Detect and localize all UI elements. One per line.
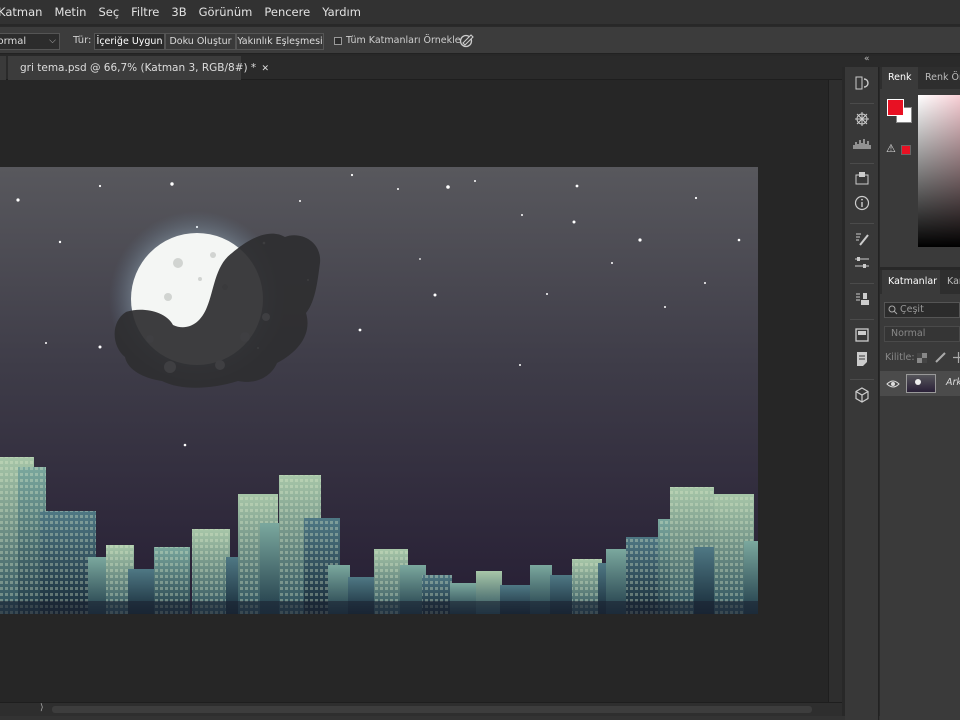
collapse-panels-icon[interactable]: « [864, 54, 870, 64]
blend-mode-value: Normal [891, 328, 926, 339]
sample-all-layers-checkbox[interactable] [334, 37, 342, 45]
libraries-icon[interactable] [849, 171, 875, 193]
document-tab-bar: gri tema.psd @ 66,7% (Katman 3, RGB/8#) … [0, 56, 842, 80]
proximity-match-button[interactable]: Yakınlık Eşleşmesi [236, 33, 324, 50]
notes-icon[interactable] [849, 351, 875, 373]
document-tab-title: gri tema.psd @ 66,7% (Katman 3, RGB/8#) … [20, 62, 257, 74]
document-tab[interactable]: gri tema.psd @ 66,7% (Katman 3, RGB/8#) … [8, 56, 269, 80]
document-canvas[interactable] [0, 167, 758, 614]
properties-icon[interactable] [849, 327, 875, 349]
blend-mode-select[interactable]: Normal [884, 326, 960, 342]
menu-filter[interactable]: Filtre [125, 0, 165, 24]
menu-layer[interactable]: Katman [0, 0, 48, 24]
color-panel: Renk Renk Örnekleri ⚠ [880, 67, 960, 267]
tab-layers[interactable]: Katmanlar [882, 270, 940, 294]
horizontal-scroll-thumb[interactable] [52, 706, 812, 713]
menu-help[interactable]: Yardım [316, 0, 367, 24]
layers-panel: Katmanlar Kanallar Çeşit Normal Kilitle:… [880, 270, 960, 720]
lock-transparent-pixels-icon[interactable] [917, 353, 927, 363]
menu-window[interactable]: Pencere [258, 0, 316, 24]
gamut-color-swatch[interactable] [901, 145, 911, 155]
mode-select[interactable]: Normal ⌵ [0, 33, 60, 50]
histogram-icon[interactable] [849, 135, 875, 157]
vertical-scrollbar[interactable] [828, 80, 842, 702]
layer-name[interactable]: Arka Plan [946, 377, 960, 388]
content-aware-button[interactable]: İçeriğe Uygun [94, 33, 165, 50]
menu-bar: Katman Metin Seç Filtre 3B Görünüm Pence… [0, 0, 960, 24]
create-texture-button[interactable]: Doku Oluştur [165, 33, 236, 50]
close-icon[interactable]: ✕ [262, 64, 270, 74]
options-bar: Normal ⌵ Tür: İçeriğe Uygun Doku Oluştur… [0, 26, 960, 54]
previous-tab-stub[interactable] [0, 56, 6, 80]
sample-all-layers-label: Tüm Katmanları Örnekle [346, 35, 461, 46]
menu-view[interactable]: Görünüm [193, 0, 259, 24]
panel-icon-dock [845, 67, 879, 720]
foreground-color-swatch[interactable] [887, 99, 904, 116]
chevron-down-icon: ⌵ [49, 36, 56, 46]
eye-icon[interactable] [886, 379, 900, 389]
menu-type[interactable]: Metin [48, 0, 92, 24]
lock-label: Kilitle: [885, 352, 915, 363]
3d-cube-icon[interactable] [849, 387, 875, 409]
history-icon[interactable] [849, 75, 875, 97]
clone-source-icon[interactable] [849, 291, 875, 313]
layer-thumbnail [906, 374, 936, 393]
lock-position-icon[interactable] [953, 352, 960, 363]
mode-select-value: Normal [0, 36, 27, 47]
adjustments-sliders-icon[interactable] [849, 255, 875, 277]
layer-row[interactable]: Arka Plan [880, 371, 960, 396]
layer-filter-search[interactable]: Çeşit [884, 302, 960, 318]
out-of-gamut-warning-icon[interactable]: ⚠ [886, 142, 896, 155]
navigator-wheel-icon[interactable] [849, 111, 875, 133]
scroll-right-arrow[interactable]: ⟩ [40, 703, 44, 713]
menu-3d[interactable]: 3B [165, 0, 192, 24]
search-icon [888, 305, 898, 315]
layer-filter-placeholder: Çeşit [900, 304, 924, 315]
lock-image-pixels-icon[interactable] [935, 352, 946, 363]
tab-color[interactable]: Renk [882, 67, 918, 89]
canvas-area[interactable] [0, 80, 828, 702]
tab-swatches[interactable]: Renk Örnekleri [919, 67, 960, 89]
type-label: Tür: [73, 35, 92, 46]
color-field[interactable] [918, 95, 960, 247]
panel-collapse-strip: « [842, 54, 960, 67]
horizontal-scrollbar[interactable]: ⟩ [0, 702, 842, 716]
menu-select[interactable]: Seç [92, 0, 125, 24]
brush-presets-icon[interactable] [849, 231, 875, 253]
info-icon[interactable] [849, 195, 875, 217]
healing-brush-icon[interactable] [458, 32, 475, 49]
tab-channels[interactable]: Kanallar [941, 270, 960, 294]
status-bar [0, 716, 960, 720]
